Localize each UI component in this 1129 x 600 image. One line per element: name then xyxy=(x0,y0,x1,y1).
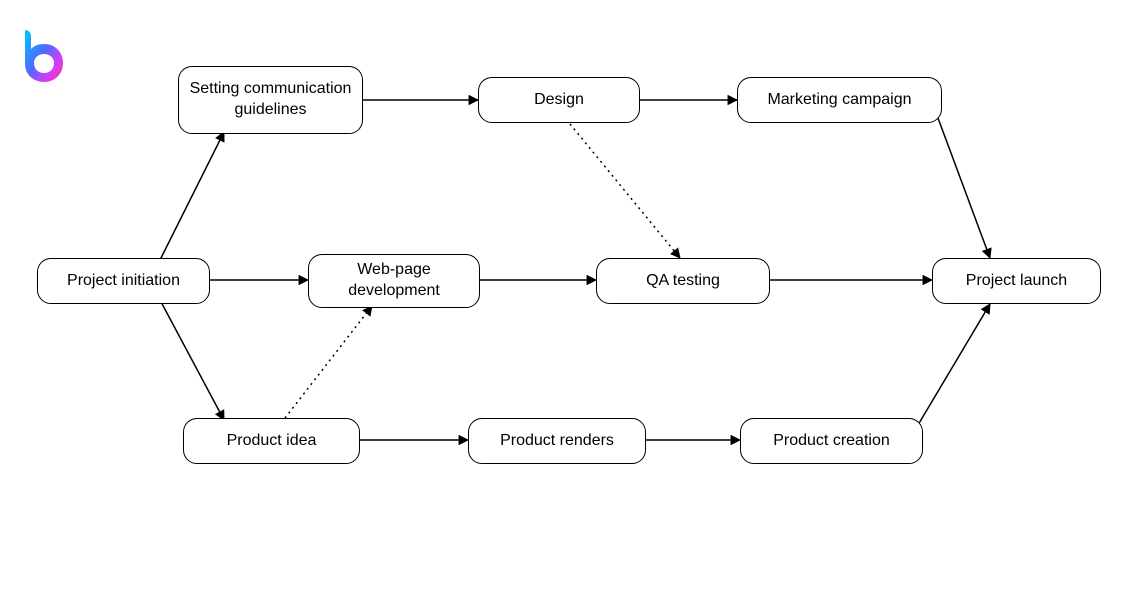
node-product-renders: Product renders xyxy=(468,418,646,464)
node-label: Product idea xyxy=(227,431,317,452)
node-label: Product renders xyxy=(500,431,614,452)
node-label: Marketing campaign xyxy=(767,90,911,111)
node-qa-testing: QA testing xyxy=(596,258,770,304)
node-marketing: Marketing campaign xyxy=(737,77,942,123)
node-label: Web-page development xyxy=(319,260,469,302)
node-setting-guidelines: Setting communication guidelines xyxy=(178,66,363,134)
node-product-idea: Product idea xyxy=(183,418,360,464)
node-label: Project launch xyxy=(966,271,1067,292)
node-label: Product creation xyxy=(773,431,890,452)
node-product-creation: Product creation xyxy=(740,418,923,464)
node-design: Design xyxy=(478,77,640,123)
node-webpage-dev: Web-page development xyxy=(308,254,480,308)
node-label: Setting communication guidelines xyxy=(189,79,352,121)
node-project-launch: Project launch xyxy=(932,258,1101,304)
node-project-initiation: Project initiation xyxy=(37,258,210,304)
node-label: Project initiation xyxy=(67,271,180,292)
node-label: Design xyxy=(534,90,584,111)
flow-diagram: Project initiation Setting communication… xyxy=(0,0,1129,600)
node-label: QA testing xyxy=(646,271,720,292)
